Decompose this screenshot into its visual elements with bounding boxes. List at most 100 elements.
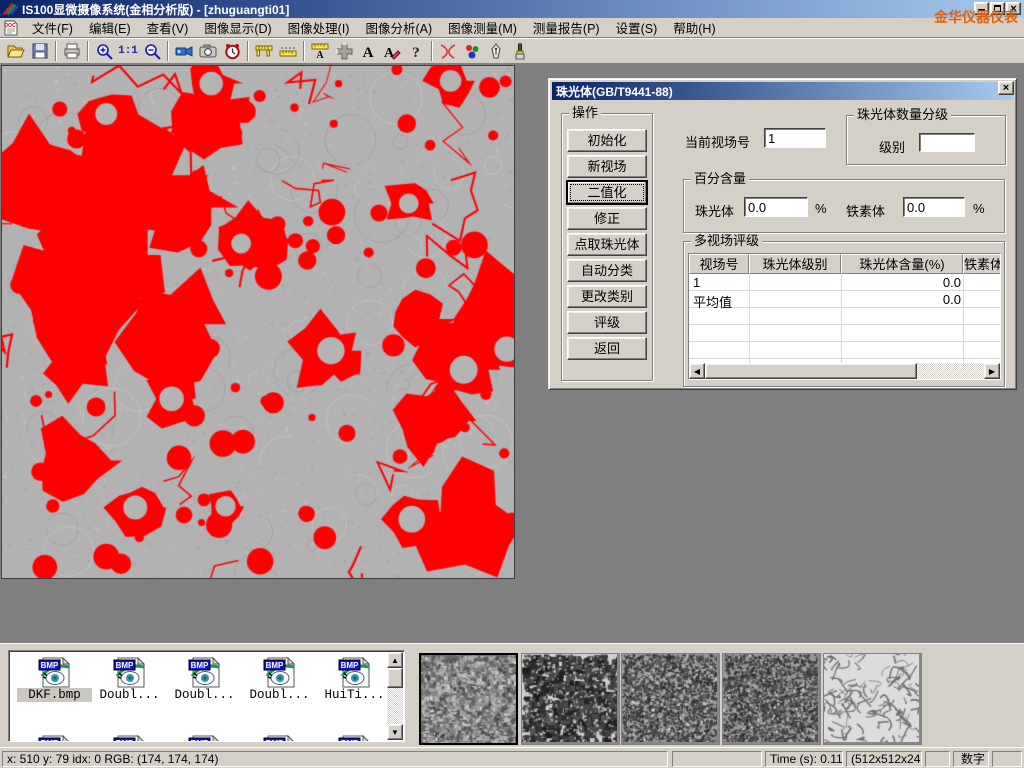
return-button[interactable]: 返回 bbox=[567, 337, 647, 360]
table-body[interactable]: 1 0.0 平均值 0.0 bbox=[689, 274, 1000, 363]
print-button[interactable] bbox=[60, 40, 84, 62]
text-label-button[interactable]: A bbox=[356, 40, 380, 62]
ruler-button[interactable] bbox=[276, 40, 300, 62]
minimize-button[interactable] bbox=[974, 2, 989, 15]
scrollbar-thumb[interactable] bbox=[705, 363, 917, 379]
file-item[interactable]: Doubl... bbox=[167, 653, 242, 702]
menu-image-measure[interactable]: 图像测量(M) bbox=[440, 16, 525, 39]
open-button[interactable] bbox=[4, 40, 28, 62]
auto-classify-button[interactable]: 自动分类 bbox=[567, 259, 647, 282]
paint-brush-button[interactable] bbox=[508, 40, 532, 62]
cursor-position-panel: x: 510 y: 79 idx: 0 RGB: (174, 174, 174) bbox=[2, 751, 668, 767]
menu-measure-report[interactable]: 测量报告(P) bbox=[525, 16, 608, 39]
col-pearlite-grade[interactable]: 珠光体级别 bbox=[749, 254, 841, 274]
menu-image-process[interactable]: 图像处理(I) bbox=[280, 16, 358, 39]
pick-pearlite-button[interactable]: 点取珠光体 bbox=[567, 233, 647, 256]
thumbnail-specimen-4[interactable] bbox=[722, 653, 821, 745]
video-camera-icon bbox=[175, 43, 193, 59]
menu-file[interactable]: 文件(F) bbox=[24, 16, 81, 39]
ferrite-percent-input[interactable] bbox=[903, 197, 965, 217]
video-capture-button[interactable] bbox=[172, 40, 196, 62]
scroll-down-icon[interactable]: ▼ bbox=[387, 724, 403, 740]
thumbnail-specimen-2[interactable] bbox=[521, 653, 620, 745]
camera-capture-button[interactable] bbox=[196, 40, 220, 62]
actual-size-button[interactable]: 1:1 bbox=[116, 40, 140, 62]
curve-tool-button[interactable] bbox=[436, 40, 460, 62]
col-ferrite-content[interactable]: 铁素体含量(%) bbox=[963, 254, 1000, 274]
bmp-file-icon bbox=[338, 734, 372, 742]
menu-settings[interactable]: 设置(S) bbox=[608, 16, 666, 39]
menu-image-analysis[interactable]: 图像分析(A) bbox=[357, 16, 440, 39]
bmp-file-icon bbox=[38, 656, 72, 688]
bmp-file-icon bbox=[38, 734, 72, 742]
menu-help[interactable]: 帮助(H) bbox=[665, 16, 723, 39]
file-item[interactable]: HuiTi... bbox=[317, 653, 392, 702]
grade-button[interactable]: 评级 bbox=[567, 311, 647, 334]
metallographic-image-binarized[interactable] bbox=[2, 66, 514, 578]
file-item[interactable] bbox=[317, 731, 392, 742]
ink-pen-button[interactable] bbox=[484, 40, 508, 62]
classify-balls-icon bbox=[464, 43, 481, 60]
correct-button[interactable]: 修正 bbox=[567, 207, 647, 230]
column-divider bbox=[749, 274, 750, 363]
image-merge-button[interactable] bbox=[332, 40, 356, 62]
col-field-number[interactable]: 视场号 bbox=[689, 254, 749, 274]
pearlite-dialog: 珠光体(GB/T9441-88) × 操作 初始化 新视场 二值化 修正 点取珠… bbox=[548, 78, 1017, 390]
save-button[interactable] bbox=[28, 40, 52, 62]
phase-classify-button[interactable] bbox=[460, 40, 484, 62]
ruler-icon bbox=[279, 43, 297, 59]
text-annotate-button[interactable]: A bbox=[380, 40, 404, 62]
menu-edit[interactable]: 编辑(E) bbox=[81, 16, 139, 39]
table-horizontal-scrollbar[interactable]: ◀ ▶ bbox=[689, 363, 1000, 379]
thumbnail-specimen-1[interactable] bbox=[419, 653, 518, 745]
col-pearlite-content[interactable]: 珠光体含量(%) bbox=[841, 254, 963, 274]
close-button[interactable]: × bbox=[1006, 2, 1021, 15]
file-item[interactable]: DKF.bmp bbox=[17, 653, 92, 702]
text-edit-icon: A bbox=[383, 43, 401, 60]
clock-icon bbox=[224, 43, 241, 60]
timer-button[interactable] bbox=[220, 40, 244, 62]
file-name: DKF.bmp bbox=[17, 688, 92, 702]
document-icon[interactable]: DOC bbox=[3, 20, 19, 36]
empty-panel bbox=[925, 751, 950, 767]
zoom-out-button[interactable] bbox=[140, 40, 164, 62]
current-field-label: 当前视场号 bbox=[685, 132, 750, 151]
file-item[interactable]: Doubl... bbox=[242, 653, 317, 702]
multi-field-table[interactable]: 视场号 珠光体级别 珠光体含量(%) 铁素体含量(%) 1 0.0 平均值 0.… bbox=[688, 253, 1001, 380]
toolbar-separator bbox=[303, 41, 305, 61]
dialog-close-icon[interactable]: × bbox=[998, 81, 1014, 95]
restore-button[interactable] bbox=[990, 2, 1005, 15]
change-class-button[interactable]: 更改类别 bbox=[567, 285, 647, 308]
scroll-up-icon[interactable]: ▲ bbox=[387, 652, 403, 668]
scroll-right-icon[interactable]: ▶ bbox=[984, 363, 1000, 379]
help-button[interactable]: ? bbox=[404, 40, 428, 62]
file-item[interactable]: Doubl... bbox=[92, 653, 167, 702]
file-item[interactable] bbox=[242, 731, 317, 742]
new-field-button[interactable]: 新视场 bbox=[567, 155, 647, 178]
scrollbar-thumb[interactable] bbox=[387, 668, 403, 688]
pearlite-percent-sign: % bbox=[815, 201, 827, 216]
menu-view[interactable]: 查看(V) bbox=[139, 16, 197, 39]
caliper-button[interactable] bbox=[252, 40, 276, 62]
zoom-in-button[interactable] bbox=[92, 40, 116, 62]
file-item[interactable] bbox=[92, 731, 167, 742]
pearlite-percent-input[interactable] bbox=[744, 197, 808, 217]
thumbnail-specimen-3[interactable] bbox=[621, 653, 720, 745]
ferrite-label: 铁素体 bbox=[846, 201, 885, 220]
binarize-button[interactable]: 二值化 bbox=[567, 181, 647, 204]
init-button[interactable]: 初始化 bbox=[567, 129, 647, 152]
level-label: 级别 bbox=[879, 137, 905, 156]
file-item[interactable] bbox=[17, 731, 92, 742]
image-size-text: (512x512x24) bbox=[851, 752, 922, 766]
camera-icon bbox=[199, 43, 217, 59]
bmp-file-icon bbox=[188, 656, 222, 688]
level-input[interactable] bbox=[919, 133, 975, 152]
menu-image-display[interactable]: 图像显示(D) bbox=[196, 16, 279, 39]
file-scrollbar[interactable]: ▲ ▼ bbox=[387, 652, 403, 740]
current-field-input[interactable] bbox=[764, 128, 826, 148]
scroll-left-icon[interactable]: ◀ bbox=[689, 363, 705, 379]
measure-scale-button[interactable]: A bbox=[308, 40, 332, 62]
thumbnail-specimen-5[interactable] bbox=[823, 653, 922, 745]
file-item[interactable] bbox=[167, 731, 242, 742]
file-name: Doubl... bbox=[92, 688, 167, 702]
